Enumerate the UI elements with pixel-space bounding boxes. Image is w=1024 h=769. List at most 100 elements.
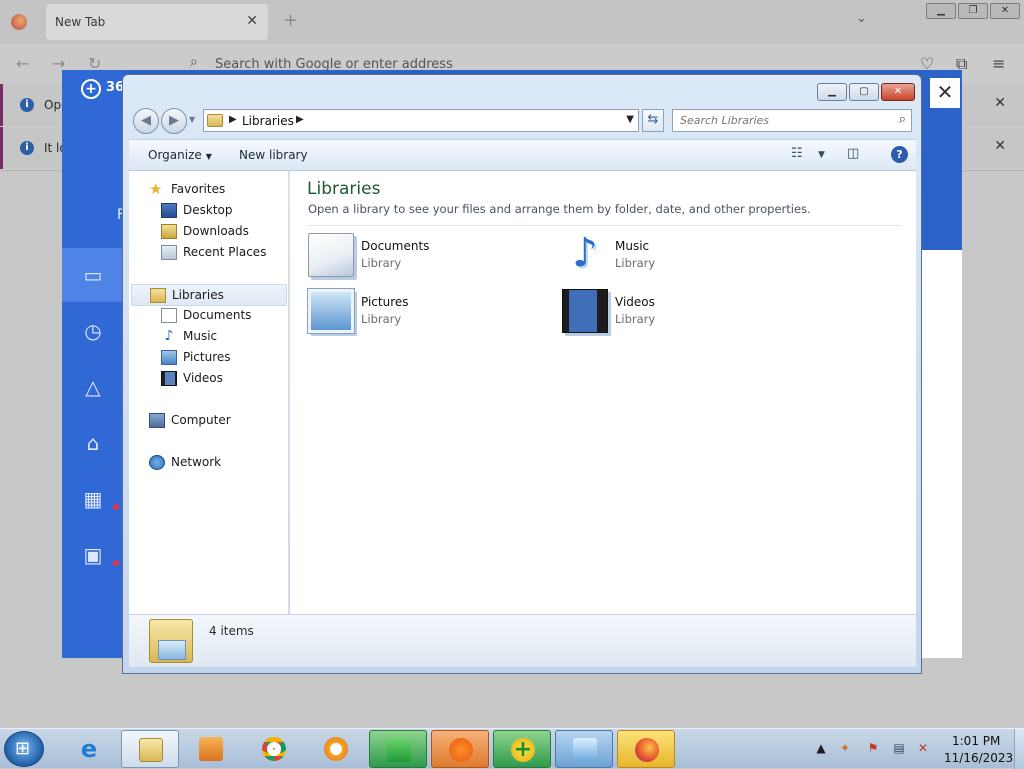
libraries-folder-icon [207, 114, 223, 127]
show-hidden-icons-icon[interactable]: ▲ [814, 741, 828, 755]
menu-icon[interactable]: ≡ [992, 54, 1005, 73]
user-icon[interactable]: ▣ [62, 528, 124, 582]
close-notification-icon[interactable]: ✕ [994, 95, 1006, 111]
search-box[interactable]: ⌕ [672, 109, 912, 132]
library-documents[interactable]: Documents Library [308, 233, 548, 281]
taskbar-internet-explorer[interactable]: e [60, 730, 118, 768]
library-name: Music [615, 239, 650, 253]
back-arrow-icon[interactable]: ← [16, 54, 29, 73]
browser-close-button[interactable]: ✕ [990, 3, 1020, 19]
library-pictures[interactable]: Pictures Library [308, 289, 548, 337]
history-dropdown-icon[interactable]: ▼ [189, 115, 195, 124]
plus-shield-icon: + [511, 738, 535, 762]
libraries-folder-icon [150, 288, 166, 303]
library-videos[interactable]: Videos Library [562, 289, 802, 337]
rocket-icon[interactable]: △ [62, 360, 124, 414]
speed-icon[interactable]: ◷ [62, 304, 124, 358]
details-pane: 4 items [129, 614, 916, 667]
help-icon[interactable]: ? [891, 146, 908, 163]
view-options-dropdown-icon[interactable]: ▼ [818, 150, 825, 160]
libraries-folder-icon [149, 619, 193, 663]
breadcrumb-arrow-icon[interactable]: ▶ [229, 114, 237, 125]
minimize-button[interactable]: ▁ [817, 83, 847, 101]
breadcrumb-libraries[interactable]: Libraries [242, 114, 294, 128]
firefox-icon [11, 14, 27, 30]
volume-muted-icon[interactable]: ✕ [916, 741, 930, 755]
cleanup-icon[interactable]: ⌂ [62, 416, 124, 470]
avast-icon [449, 738, 473, 762]
monitor-icon[interactable]: ▭ [62, 248, 124, 302]
back-arrow-icon[interactable]: ◀ [133, 108, 159, 134]
internet-explorer-icon: e [80, 735, 98, 763]
divider [307, 225, 902, 226]
new-tab-button[interactable]: + [283, 10, 298, 31]
close-button[interactable]: ✕ [881, 83, 915, 101]
browser-restore-button[interactable]: ❐ [958, 3, 988, 19]
downloads-folder-icon [161, 224, 177, 239]
new-library-button[interactable]: New library [239, 148, 308, 162]
apps-icon[interactable]: ▦ [62, 472, 124, 526]
library-type: Library [615, 256, 656, 270]
close-icon[interactable]: ✕ [930, 78, 960, 108]
taskbar-windows-explorer[interactable] [121, 730, 179, 768]
address-bar[interactable]: ▶ Libraries ▶ ▼ [203, 109, 639, 132]
security-sidebar: + ▭ ◷ △ ⌂ ▦ ▣ [62, 70, 124, 658]
library-music[interactable]: ♪ Music Library [562, 233, 802, 281]
search-icon: ⌕ [190, 54, 198, 70]
network-tray-icon[interactable]: ▤ [892, 741, 906, 755]
library-content: Libraries Open a library to see your fil… [290, 171, 916, 614]
taskbar-firefox[interactable] [617, 730, 675, 768]
close-notification-icon[interactable]: ✕ [994, 138, 1006, 154]
preview-pane-icon[interactable]: ◫ [847, 146, 859, 161]
start-button[interactable] [4, 731, 44, 767]
search-input[interactable] [673, 110, 883, 131]
nav-libraries[interactable]: Libraries [131, 284, 287, 306]
search-icon[interactable]: ⌕ [899, 112, 906, 127]
computer-icon [149, 413, 165, 428]
clock-time[interactable]: 1:01 PM [952, 734, 1000, 748]
refresh-icon[interactable]: ⇆ [642, 109, 664, 132]
pictures-icon [308, 289, 354, 333]
organize-button[interactable]: Organize ▼ [148, 148, 212, 162]
info-icon: i [20, 141, 34, 155]
page-title: Libraries [307, 179, 381, 199]
star-icon: ★ [149, 180, 163, 198]
taskbar-malwarebytes[interactable] [369, 730, 427, 768]
navigation-pane: ★ Favorites Desktop Downloads Recent Pla… [129, 171, 289, 614]
media-player-icon [199, 737, 223, 761]
tab-list-button[interactable]: ⌄ [856, 11, 867, 26]
videos-icon [562, 289, 608, 333]
browser-tab-title: New Tab [55, 15, 106, 29]
taskbar-avast[interactable] [431, 730, 489, 768]
close-tab-icon[interactable]: ✕ [246, 13, 258, 29]
show-desktop-button[interactable] [1014, 729, 1024, 769]
command-bar: Organize ▼ New library ☷ ▼ ◫ ? [129, 139, 916, 171]
library-type: Library [615, 312, 656, 326]
firefox-icon [635, 738, 659, 762]
clock-date[interactable]: 11/16/2023 [944, 751, 1013, 765]
network-icon [149, 455, 165, 470]
taskbar-media-player[interactable] [182, 730, 240, 768]
windows-explorer-icon [139, 738, 163, 762]
browser-minimize-button[interactable]: ▁ [926, 3, 956, 19]
notification-dot [113, 504, 119, 510]
item-count: 4 items [209, 624, 254, 638]
taskbar-vpn[interactable] [307, 730, 365, 768]
security-tray-icon[interactable]: ✦ [838, 741, 852, 755]
library-name: Pictures [361, 295, 409, 309]
videos-icon [161, 371, 177, 386]
action-center-icon[interactable]: ⚑ [866, 741, 880, 755]
address-dropdown-icon[interactable]: ▼ [626, 114, 634, 125]
organize-label: Organize [148, 148, 202, 162]
forward-arrow-icon[interactable]: ▶ [161, 108, 187, 134]
browser-tab[interactable]: New Tab ✕ [46, 4, 268, 40]
library-type: Library [361, 256, 402, 270]
breadcrumb-arrow-icon[interactable]: ▶ [296, 114, 304, 125]
taskbar-security-360[interactable]: + [493, 730, 551, 768]
taskbar-chrome[interactable] [245, 730, 303, 768]
browser-tab-strip: New Tab ✕ + ⌄ ▁ ❐ ✕ [0, 0, 1024, 44]
taskbar-downloader[interactable] [555, 730, 613, 768]
maximize-button[interactable]: ▢ [849, 83, 879, 101]
security-content [920, 250, 962, 658]
change-view-icon[interactable]: ☷ [791, 146, 803, 161]
